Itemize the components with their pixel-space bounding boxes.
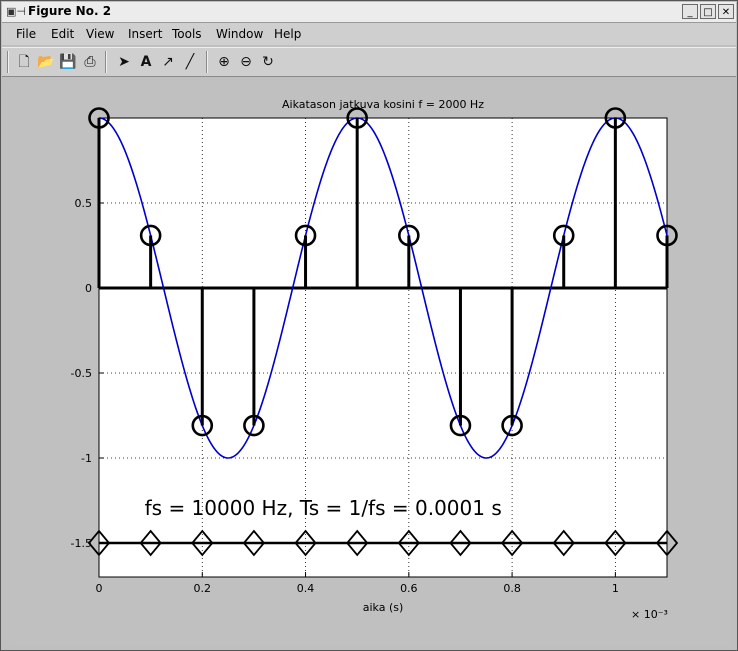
menu-insert[interactable]: Insert — [128, 27, 162, 41]
menu-window[interactable]: Window — [216, 27, 263, 41]
menu-view[interactable]: View — [86, 27, 114, 41]
text-tool-icon[interactable]: A — [136, 52, 156, 72]
zoom-out-icon[interactable]: ⊖ — [236, 52, 256, 72]
new-file-icon[interactable]: 🗋 — [14, 52, 34, 72]
sampling-annotation: fs = 10000 Hz, Ts = 1/fs = 0.0001 s — [145, 496, 502, 520]
x-tick-label: 1 — [612, 582, 619, 595]
zoom-in-icon[interactable]: ⊕ — [214, 52, 234, 72]
x-tick-label: 0 — [96, 582, 103, 595]
chart-title: Aikatason jatkuva kosini f = 2000 Hz — [282, 98, 484, 111]
menu-edit[interactable]: Edit — [51, 27, 74, 41]
close-button[interactable]: ✕ — [718, 4, 734, 19]
arrow-tool-icon[interactable]: ↗ — [158, 52, 178, 72]
toolbar: 🗋 📂 💾 ⎙ ➤ A ↗ ╱ ⊕ ⊖ ↻ — [2, 47, 736, 77]
menu-tools[interactable]: Tools — [172, 27, 202, 41]
x-tick-label: 0.8 — [503, 582, 521, 595]
x-tick-label: 0.6 — [400, 582, 418, 595]
toolbar-separator — [105, 51, 107, 73]
window-app-icon[interactable]: ▣⊣ — [6, 5, 26, 18]
menu-help[interactable]: Help — [274, 27, 301, 41]
plot-svg: Aikatason jatkuva kosini f = 2000 Hz aik… — [71, 98, 679, 621]
line-tool-icon[interactable]: ╱ — [180, 52, 200, 72]
minimize-button[interactable]: _ — [682, 4, 698, 19]
title-bar[interactable]: ▣⊣ Figure No. 2 _ □ ✕ — [2, 2, 736, 23]
open-folder-icon[interactable]: 📂 — [36, 52, 56, 72]
figure-canvas: Aikatason jatkuva kosini f = 2000 Hz aik… — [9, 81, 731, 646]
x-axis-label: aika (s) — [363, 601, 404, 614]
x-tick-label: 0.4 — [297, 582, 315, 595]
save-icon[interactable]: 💾 — [58, 52, 78, 72]
y-tick-label: 0 — [85, 282, 92, 295]
toolbar-separator — [206, 51, 208, 73]
select-arrow-icon[interactable]: ➤ — [114, 52, 134, 72]
y-tick-label: 0.5 — [75, 197, 93, 210]
maximize-button[interactable]: □ — [700, 4, 716, 19]
y-tick-label: -1 — [81, 452, 92, 465]
toolbar-separator — [7, 51, 9, 73]
menu-bar: File Edit View Insert Tools Window Help — [2, 23, 736, 45]
menu-file[interactable]: File — [16, 27, 36, 41]
figure-window: ▣⊣ Figure No. 2 _ □ ✕ File Edit View Ins… — [0, 0, 738, 651]
y-tick-label: -0.5 — [71, 367, 92, 380]
window-title: Figure No. 2 — [28, 4, 112, 18]
x-tick-label: 0.2 — [194, 582, 212, 595]
print-icon[interactable]: ⎙ — [80, 52, 100, 72]
x-axis-multiplier: × 10⁻³ — [631, 608, 668, 621]
rotate-icon[interactable]: ↻ — [258, 52, 278, 72]
